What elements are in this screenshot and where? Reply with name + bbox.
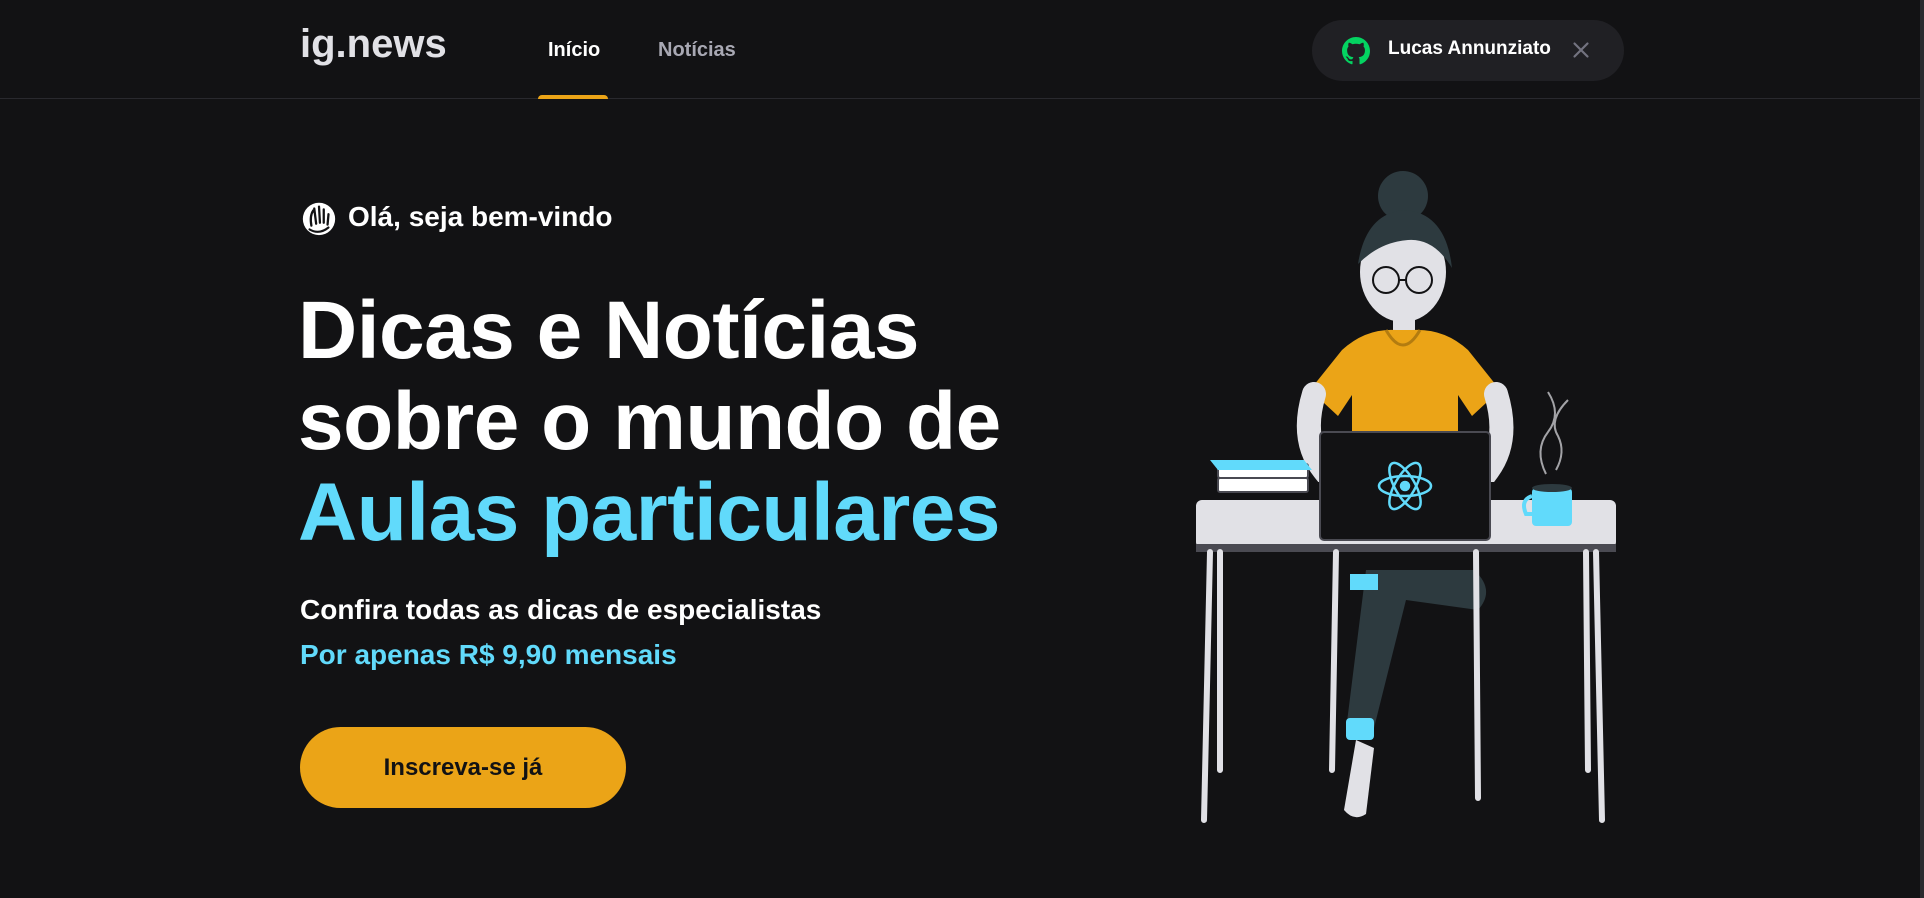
github-icon (1342, 37, 1370, 65)
site-logo[interactable]: ig.news (300, 22, 447, 67)
close-icon[interactable] (1568, 37, 1594, 63)
subscribe-button[interactable]: Inscreva-se já (300, 727, 626, 808)
hero-headline: Dicas e Notícias sobre o mundo de Aulas … (298, 285, 1098, 558)
headline-accent: Aulas particulares (298, 467, 1000, 558)
page-scrollbar[interactable] (1920, 0, 1924, 898)
active-nav-indicator (538, 95, 608, 99)
headline-line-2: sobre o mundo de (298, 376, 1001, 467)
github-user-button[interactable]: Lucas Annunziato (1312, 20, 1624, 81)
woman-at-laptop-illustration (1196, 171, 1616, 823)
greeting-text: Olá, seja bem-vindo (348, 201, 613, 232)
waving-hand-icon (302, 202, 336, 236)
nav-link-inicio[interactable]: Início (548, 39, 600, 62)
hero-subtitle: Confira todas as dicas de especialistas (300, 594, 822, 625)
headline-line-1: Dicas e Notícias (298, 285, 919, 376)
github-user-name: Lucas Annunziato (1388, 38, 1551, 59)
nav-link-noticias[interactable]: Notícias (658, 39, 736, 62)
hero-price: Por apenas R$ 9,90 mensais (300, 639, 677, 670)
site-header: ig.news Início Notícias Lucas Annunziato (0, 0, 1924, 99)
